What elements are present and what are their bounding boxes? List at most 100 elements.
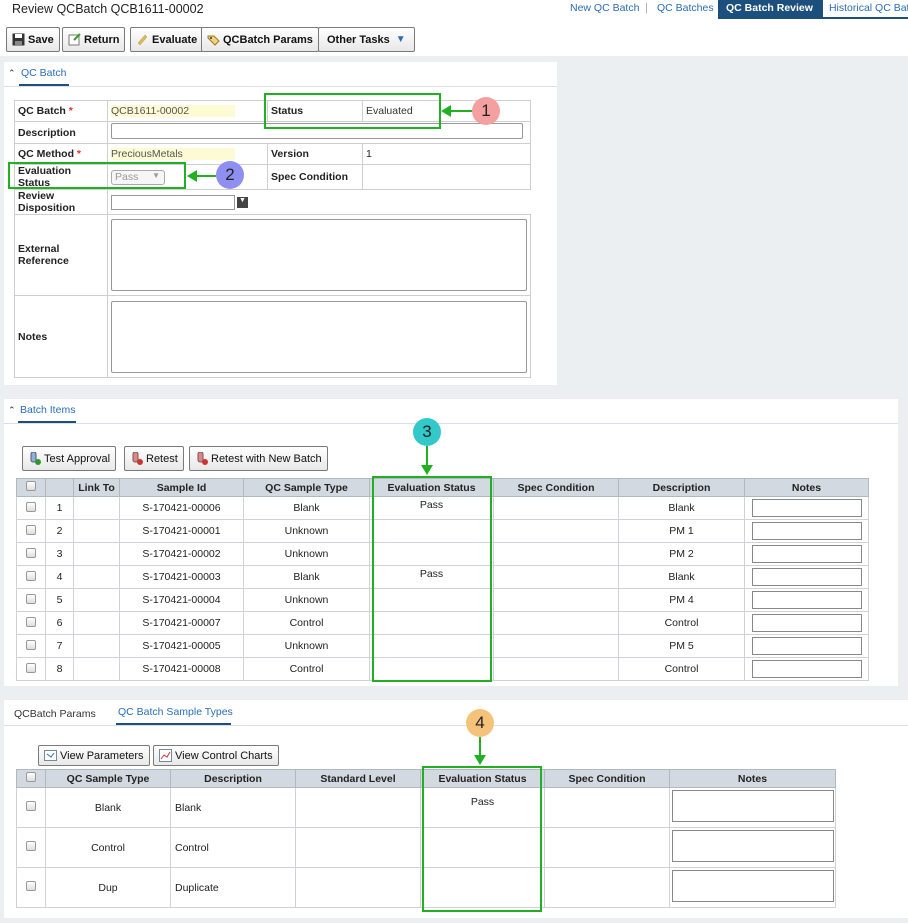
external-reference-textarea[interactable] <box>111 219 527 291</box>
tab-qcbatch-params[interactable]: QCBatch Params <box>14 708 96 720</box>
row-number-cell: 7 <box>45 634 74 658</box>
row-number-cell: 3 <box>45 542 74 566</box>
row-select-cell <box>16 496 46 520</box>
row-checkbox[interactable] <box>26 616 36 627</box>
dropdown-arrow-icon[interactable]: ▼ <box>237 196 248 208</box>
save-icon <box>12 33 25 46</box>
row-checkbox[interactable] <box>26 881 36 891</box>
row-checkbox[interactable] <box>26 639 36 650</box>
row-checkbox[interactable] <box>26 662 36 673</box>
nav-qc-batches[interactable]: QC Batches <box>657 2 714 14</box>
qc-sample-type: Unknown <box>284 548 329 560</box>
tab-batch-items[interactable]: Batch Items <box>20 404 75 416</box>
row-checkbox[interactable] <box>26 501 36 512</box>
nav-qc-batch-review[interactable]: QC Batch Review Historical QC Batc <box>718 0 908 19</box>
view-control-charts-button[interactable]: View Control Charts <box>153 745 279 766</box>
qc-sample-type-cell: Unknown <box>243 634 370 658</box>
notes-input[interactable] <box>751 545 862 563</box>
row-select-cell <box>16 565 46 589</box>
row-checkbox[interactable] <box>26 801 36 811</box>
qc-sample-type: Dup <box>98 881 118 894</box>
standard-level-cell <box>295 827 421 868</box>
spec-condition-cell <box>544 867 670 908</box>
spec-condition-cell <box>493 565 619 589</box>
return-button[interactable]: Return <box>62 27 126 52</box>
row-number-cell: 2 <box>45 519 74 543</box>
row-checkbox[interactable] <box>26 524 36 535</box>
sample-id: S-170421-00008 <box>142 663 221 675</box>
row-checkbox[interactable] <box>26 547 36 558</box>
link-to-cell <box>73 657 120 681</box>
notes-input[interactable] <box>751 522 862 540</box>
notes-textarea[interactable] <box>671 870 834 902</box>
divider <box>4 86 557 87</box>
other-tasks-button[interactable]: Other Tasks ▼ <box>318 27 415 52</box>
test-approval-button[interactable]: Test Approval <box>22 446 117 471</box>
collapse-icon[interactable]: ⌃ <box>8 405 16 416</box>
link-to-cell <box>73 542 120 566</box>
description: Blank <box>668 571 695 583</box>
row-number-cell: 8 <box>45 657 74 681</box>
params-label: QCBatch Params <box>223 33 313 46</box>
nav-new-qc-batch[interactable]: New QC Batch <box>570 2 639 14</box>
select-all-checkbox[interactable] <box>26 772 36 782</box>
qc-sample-type: Unknown <box>284 640 329 652</box>
collapse-icon[interactable]: ⌃ <box>8 68 16 79</box>
description: PM 1 <box>669 525 694 537</box>
row-checkbox[interactable] <box>26 841 36 851</box>
select-all-checkbox[interactable] <box>26 481 36 491</box>
external-reference-label: External Reference <box>14 214 108 296</box>
col-standard-level: Standard Level <box>295 769 421 788</box>
save-button[interactable]: Save <box>6 27 60 52</box>
description: PM 4 <box>669 594 694 606</box>
method-value: PreciousMetals <box>111 148 235 160</box>
description-cell: Blank <box>618 496 745 520</box>
link-to-cell <box>73 588 120 612</box>
row-checkbox[interactable] <box>26 593 36 604</box>
tab-qc-batch-sample-types[interactable]: QC Batch Sample Types <box>118 706 233 718</box>
notes-input[interactable] <box>751 568 862 586</box>
row-select-cell <box>16 634 46 658</box>
notes-textarea[interactable] <box>671 790 834 822</box>
evaluate-button[interactable]: Evaluate <box>130 27 204 52</box>
nav-historical-qc-batches[interactable]: Historical QC Batc <box>822 0 908 17</box>
row-number: 4 <box>56 571 63 583</box>
sample-id-cell: S-170421-00007 <box>119 611 244 635</box>
notes-input[interactable] <box>751 499 862 517</box>
sample-id-cell: S-170421-00001 <box>119 519 244 543</box>
col-spec-condition: Spec Condition <box>544 769 670 788</box>
notes-textarea[interactable] <box>671 830 834 862</box>
qc-batch-form: QC Batch * QCB1611-00002 Status Evaluate… <box>14 100 531 378</box>
tab-qc-batch[interactable]: QC Batch <box>21 67 67 79</box>
spec-condition-cell <box>493 496 619 520</box>
notes-input[interactable] <box>751 660 862 678</box>
col-spec-condition: Spec Condition <box>493 478 619 497</box>
description: Blank <box>668 502 695 514</box>
col-notes: Notes <box>669 769 836 788</box>
row-checkbox[interactable] <box>26 570 36 581</box>
sample-id-cell: S-170421-00003 <box>119 565 244 589</box>
notes-textarea[interactable] <box>111 300 527 373</box>
retest-button[interactable]: Retest <box>124 446 184 471</box>
spec-condition-cell <box>493 611 619 635</box>
review-disposition-input[interactable] <box>111 194 235 210</box>
callout-box-4 <box>422 766 542 912</box>
version-value: 1 <box>362 143 531 165</box>
sample-id: S-170421-00001 <box>142 525 221 537</box>
qcbatch-params-button[interactable]: QCBatch Params <box>201 27 319 52</box>
view-parameters-button[interactable]: View Parameters <box>38 745 150 766</box>
notes-input[interactable] <box>751 614 862 632</box>
description: PM 5 <box>669 640 694 652</box>
return-icon <box>68 33 81 46</box>
select-all-header[interactable] <box>16 478 46 497</box>
qc-sample-type-cell: Blank <box>243 496 370 520</box>
notes-input[interactable] <box>751 591 862 609</box>
sample-id: S-170421-00003 <box>142 571 221 583</box>
qc-sample-type-cell: Dup <box>45 867 171 908</box>
notes-input[interactable] <box>751 637 862 655</box>
notes-cell <box>669 787 836 828</box>
retest-new-batch-button[interactable]: Retest with New Batch <box>189 446 328 471</box>
view-control-charts-label: View Control Charts <box>175 749 273 762</box>
arrow-head-icon <box>421 465 433 475</box>
select-all-header[interactable] <box>16 769 46 788</box>
